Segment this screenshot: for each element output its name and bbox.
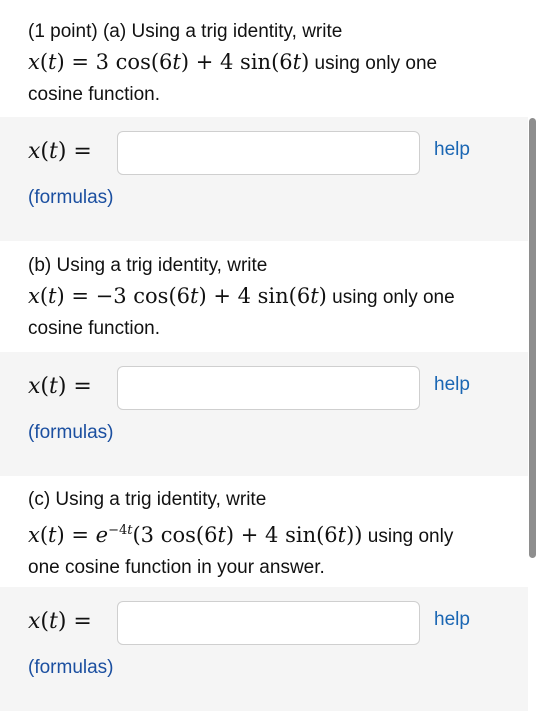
part-a-help-link[interactable]: help — [434, 139, 470, 161]
part-a-answer-label: x(t) = — [28, 139, 92, 164]
part-c-line3: one cosine function in your answer. — [28, 557, 325, 578]
part-c-help-link[interactable]: help — [434, 609, 470, 631]
part-b-help-link[interactable]: help — [434, 374, 470, 396]
part-c-prompt: (c) Using a trig identity, write x(t) = … — [28, 484, 527, 583]
part-c-formulas-link[interactable]: (formulas) — [28, 657, 114, 679]
part-b-answer-box: x(t) = help (formulas) — [0, 352, 528, 476]
part-b-prompt: (b) Using a trig identity, write x(t) = … — [28, 250, 527, 344]
part-a-answer-box: x(t) = help (formulas) — [0, 117, 528, 241]
part-c-answer-label: x(t) = — [28, 609, 92, 634]
part-b-formulas-link[interactable]: (formulas) — [28, 422, 114, 444]
part-b-intro: (b) Using a trig identity, write — [28, 255, 268, 276]
part-c-answer-input[interactable] — [117, 601, 420, 645]
part-c-intro: (c) Using a trig identity, write — [28, 489, 267, 510]
part-c-expression-line: x(t) = e−4t(3 cos(6t) + 4 sin(6t)) using… — [28, 515, 527, 552]
part-a-expression: x(t) = 3 cos(6t) + 4 sin(6t) — [28, 50, 310, 74]
part-b-suffix: using only one — [326, 287, 455, 308]
part-a-suffix: using only one — [309, 53, 438, 74]
part-b-expression-line: x(t) = −3 cos(6t) + 4 sin(6t) using only… — [28, 281, 527, 313]
part-c-answer-box: x(t) = help (formulas) — [0, 587, 528, 711]
vertical-scrollbar[interactable] — [529, 118, 536, 558]
part-b-answer-label: x(t) = — [28, 374, 92, 399]
part-c-suffix: using only — [362, 526, 454, 547]
part-a-expression-line: x(t) = 3 cos(6t) + 4 sin(6t) using only … — [28, 47, 527, 79]
part-b-answer-input[interactable] — [117, 366, 420, 410]
part-b-expression: x(t) = −3 cos(6t) + 4 sin(6t) — [28, 284, 327, 308]
part-a-answer-input[interactable] — [117, 131, 420, 175]
part-a-line3: cosine function. — [28, 84, 161, 105]
part-a-formulas-link[interactable]: (formulas) — [28, 187, 114, 209]
part-a-prompt: (1 point) (a) Using a trig identity, wri… — [28, 16, 527, 110]
part-b-line3: cosine function. — [28, 318, 161, 339]
part-c-expression: x(t) = e−4t(3 cos(6t) + 4 sin(6t)) — [28, 523, 363, 547]
part-a-intro: (1 point) (a) Using a trig identity, wri… — [28, 21, 343, 42]
